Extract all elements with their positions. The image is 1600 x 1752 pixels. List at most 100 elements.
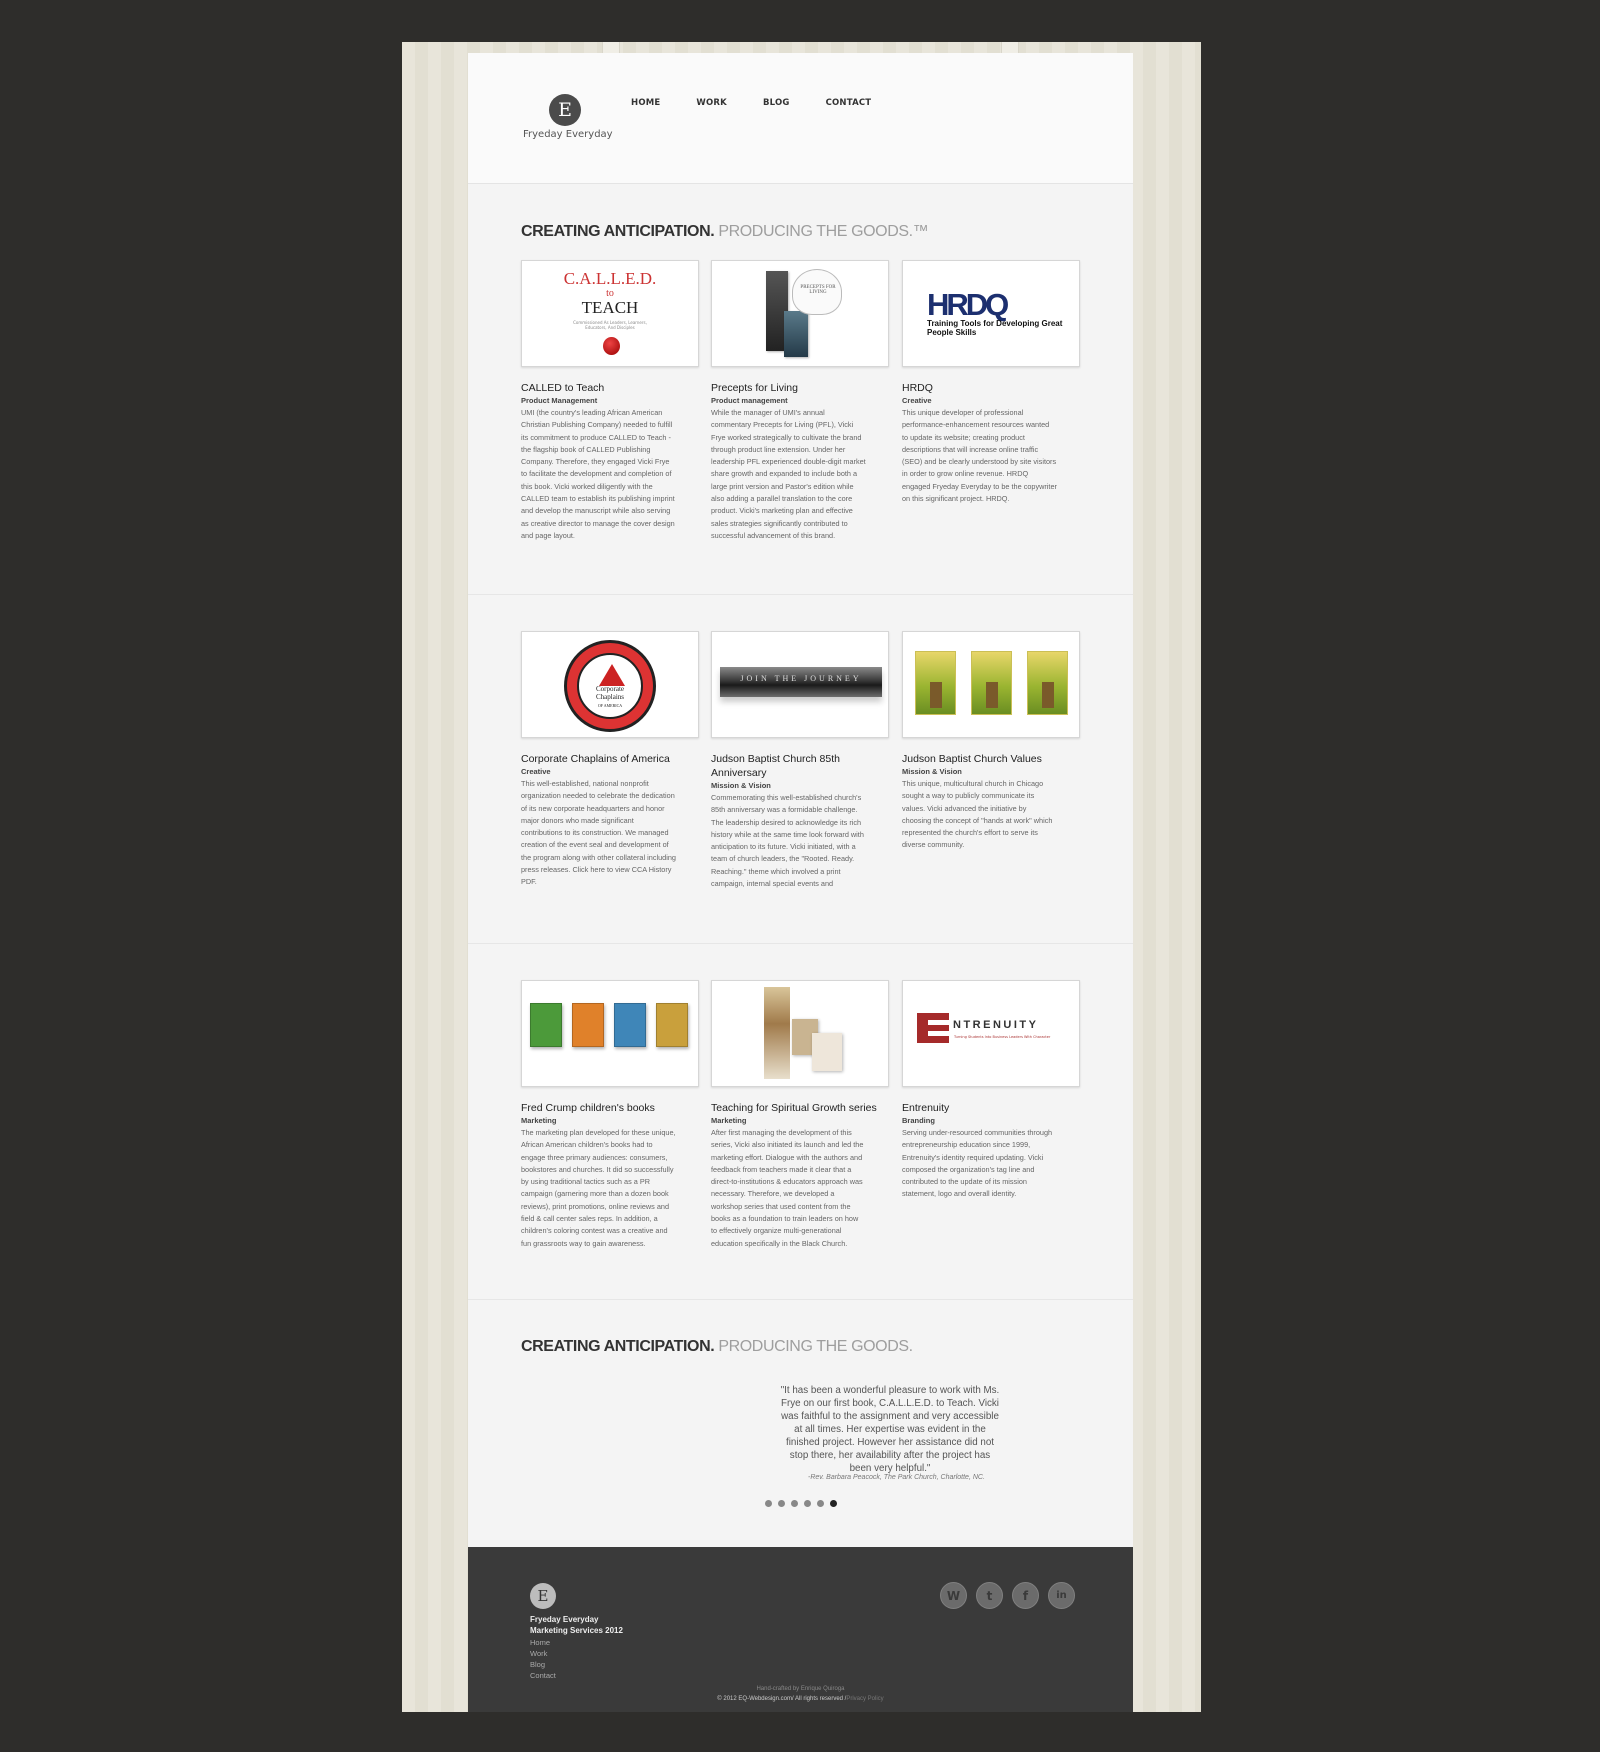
nav-work[interactable]: WORK <box>696 98 727 108</box>
headline-dark: CREATING ANTICIPATION. <box>521 1338 715 1355</box>
headline-light: PRODUCING THE GOODS.™ <box>718 223 929 240</box>
seal-title: Corporate Chaplains <box>596 685 624 701</box>
project-title[interactable]: Judson Baptist Church Values <box>902 752 1082 766</box>
book-image <box>784 311 808 357</box>
slider-dot[interactable] <box>791 1500 798 1507</box>
testimonial-author: -Rev. Barbara Peacock, The Park Church, … <box>808 1474 985 1481</box>
project-title[interactable]: Precepts for Living <box>711 381 891 395</box>
nav-home[interactable]: HOME <box>631 98 660 108</box>
thumb-text: Commissioned As Leaders, Learners, Educa… <box>573 320 647 330</box>
seal-inner: Corporate Chaplains OF AMERICA <box>577 653 643 719</box>
apple-icon <box>603 337 620 355</box>
project-category: Marketing <box>521 1116 557 1125</box>
book-image <box>656 1003 688 1047</box>
project-title[interactable]: Entrenuity <box>902 1101 1082 1115</box>
project-card-teaching: Teaching for Spiritual Growth series Mar… <box>711 980 891 1250</box>
nav-blog[interactable]: BLOG <box>763 98 790 108</box>
thumb-text: NTRENUITY <box>953 1019 1039 1031</box>
project-description: Commemorating this well-established chur… <box>711 793 864 889</box>
project-description: Serving under-resourced communities thro… <box>902 1128 1053 1199</box>
project-thumbnail[interactable]: C.A.L.L.E.D. to TEACH Commissioned As Le… <box>521 260 699 367</box>
thumb-text: TEACH <box>581 298 639 317</box>
project-category: Mission & Vision <box>711 781 771 790</box>
logo-text[interactable]: Fryeday Everyday <box>523 129 613 140</box>
project-thumbnail[interactable]: PRECEPTS FOR LIVING <box>711 260 889 367</box>
book-image <box>572 1003 604 1047</box>
book-image <box>812 1033 842 1071</box>
project-thumbnail[interactable] <box>521 980 699 1087</box>
book-image <box>530 1003 562 1047</box>
project-category: Product Management <box>521 396 598 405</box>
project-description: After first managing the development of … <box>711 1128 864 1248</box>
nav-contact[interactable]: CONTACT <box>826 98 872 108</box>
footer-link-work[interactable]: Work <box>530 1648 556 1659</box>
project-card-entrenuity: NTRENUITY Turning Students Into Business… <box>902 980 1082 1201</box>
portfolio-row-3: Fred Crump children's books Marketing Th… <box>468 944 1133 1300</box>
project-description: While the manager of UMI's annual commen… <box>711 408 866 540</box>
project-thumbnail[interactable]: HRDQ Training Tools for Developing Great… <box>902 260 1080 367</box>
twitter-icon[interactable]: t <box>976 1582 1003 1609</box>
project-card-judson-values: Judson Baptist Church Values Mission & V… <box>902 631 1082 852</box>
project-title[interactable]: Teaching for Spiritual Growth series <box>711 1101 891 1115</box>
triangle-icon <box>599 664 625 686</box>
footer-credit: Hand-crafted by Enrique Quiroga <box>756 1686 845 1692</box>
footer-links: Home Work Blog Contact <box>530 1637 556 1681</box>
footer-logo-icon[interactable]: E <box>530 1583 556 1609</box>
site-footer: E Fryeday Everyday Marketing Services 20… <box>468 1547 1133 1712</box>
project-title[interactable]: Fred Crump children's books <box>521 1101 701 1115</box>
slider-dot[interactable] <box>778 1500 785 1507</box>
wordpress-icon[interactable]: W <box>940 1582 967 1609</box>
thumb-text: Corporate Chaplains OF AMERICA <box>582 685 638 710</box>
project-thumbnail[interactable]: Corporate Chaplains OF AMERICA <box>521 631 699 738</box>
footer-link-blog[interactable]: Blog <box>530 1659 556 1670</box>
thumb-text: C.A.L.L.E.D. <box>563 269 657 288</box>
project-category: Branding <box>902 1116 935 1125</box>
slider-dot[interactable] <box>817 1500 824 1507</box>
testimonial-quote: "It has been a wonderful pleasure to wor… <box>780 1385 1000 1474</box>
slider-dot[interactable] <box>830 1500 837 1507</box>
footer-copyright: © 2012 EQ-Webdesign.com/ All rights rese… <box>468 1696 1133 1702</box>
poster-image <box>971 651 1012 715</box>
privacy-policy-link[interactable]: Privacy Policy <box>846 1696 883 1702</box>
project-thumbnail[interactable] <box>711 980 889 1087</box>
copyright-text: © 2012 EQ-Webdesign.com/ All rights rese… <box>717 1696 847 1702</box>
project-card-judson-85: JOIN THE JOURNEY Judson Baptist Church 8… <box>711 631 891 902</box>
linkedin-icon[interactable]: in <box>1048 1582 1075 1609</box>
thumb-text: JOIN THE JOURNEY <box>740 674 862 683</box>
project-card-called: C.A.L.L.E.D. to TEACH Commissioned As Le… <box>521 260 701 542</box>
slider-dot[interactable] <box>765 1500 772 1507</box>
testimonial-section: CREATING ANTICIPATION. PRODUCING THE GOO… <box>468 1300 1133 1547</box>
project-title[interactable]: Judson Baptist Church 85th Anniversary <box>711 752 861 780</box>
slider-dots <box>765 1500 843 1507</box>
project-thumbnail[interactable] <box>902 631 1080 738</box>
headline-dark: CREATING ANTICIPATION. <box>521 223 715 240</box>
project-category: Product management <box>711 396 788 405</box>
project-category: Creative <box>902 396 932 405</box>
poster-image <box>1027 651 1068 715</box>
project-thumbnail[interactable]: JOIN THE JOURNEY <box>711 631 889 738</box>
facebook-icon[interactable]: f <box>1012 1582 1039 1609</box>
project-category: Mission & Vision <box>902 767 962 776</box>
project-thumbnail[interactable]: NTRENUITY Turning Students Into Business… <box>902 980 1080 1087</box>
project-title[interactable]: HRDQ <box>902 381 1082 395</box>
project-category: Creative <box>521 767 551 776</box>
project-description: This unique, multicultural church in Chi… <box>902 779 1053 850</box>
project-description: UMI (the country's leading African Ameri… <box>521 408 675 540</box>
project-title[interactable]: CALLED to Teach <box>521 381 701 395</box>
poster-image <box>915 651 956 715</box>
footer-link-home[interactable]: Home <box>530 1637 556 1648</box>
logo-icon[interactable]: E <box>549 94 581 126</box>
project-card-chaplains: Corporate Chaplains OF AMERICA Corporate… <box>521 631 701 889</box>
project-description: The marketing plan developed for these u… <box>521 1128 676 1248</box>
footer-link-contact[interactable]: Contact <box>530 1670 556 1681</box>
project-description: This well-established, national nonprofi… <box>521 779 676 887</box>
page-container: E Fryeday Everyday HOME WORK BLOG CONTAC… <box>468 53 1133 1712</box>
site-header: E Fryeday Everyday HOME WORK BLOG CONTAC… <box>468 53 1133 184</box>
project-card-precepts: PRECEPTS FOR LIVING Precepts for Living … <box>711 260 891 542</box>
book-image <box>614 1003 646 1047</box>
project-title[interactable]: Corporate Chaplains of America <box>521 752 701 766</box>
slider-dot[interactable] <box>804 1500 811 1507</box>
project-card-hrdq: HRDQ Training Tools for Developing Great… <box>902 260 1082 505</box>
footer-company-sub: Marketing Services 2012 <box>530 1626 623 1635</box>
headline-light: PRODUCING THE GOODS. <box>718 1338 913 1355</box>
